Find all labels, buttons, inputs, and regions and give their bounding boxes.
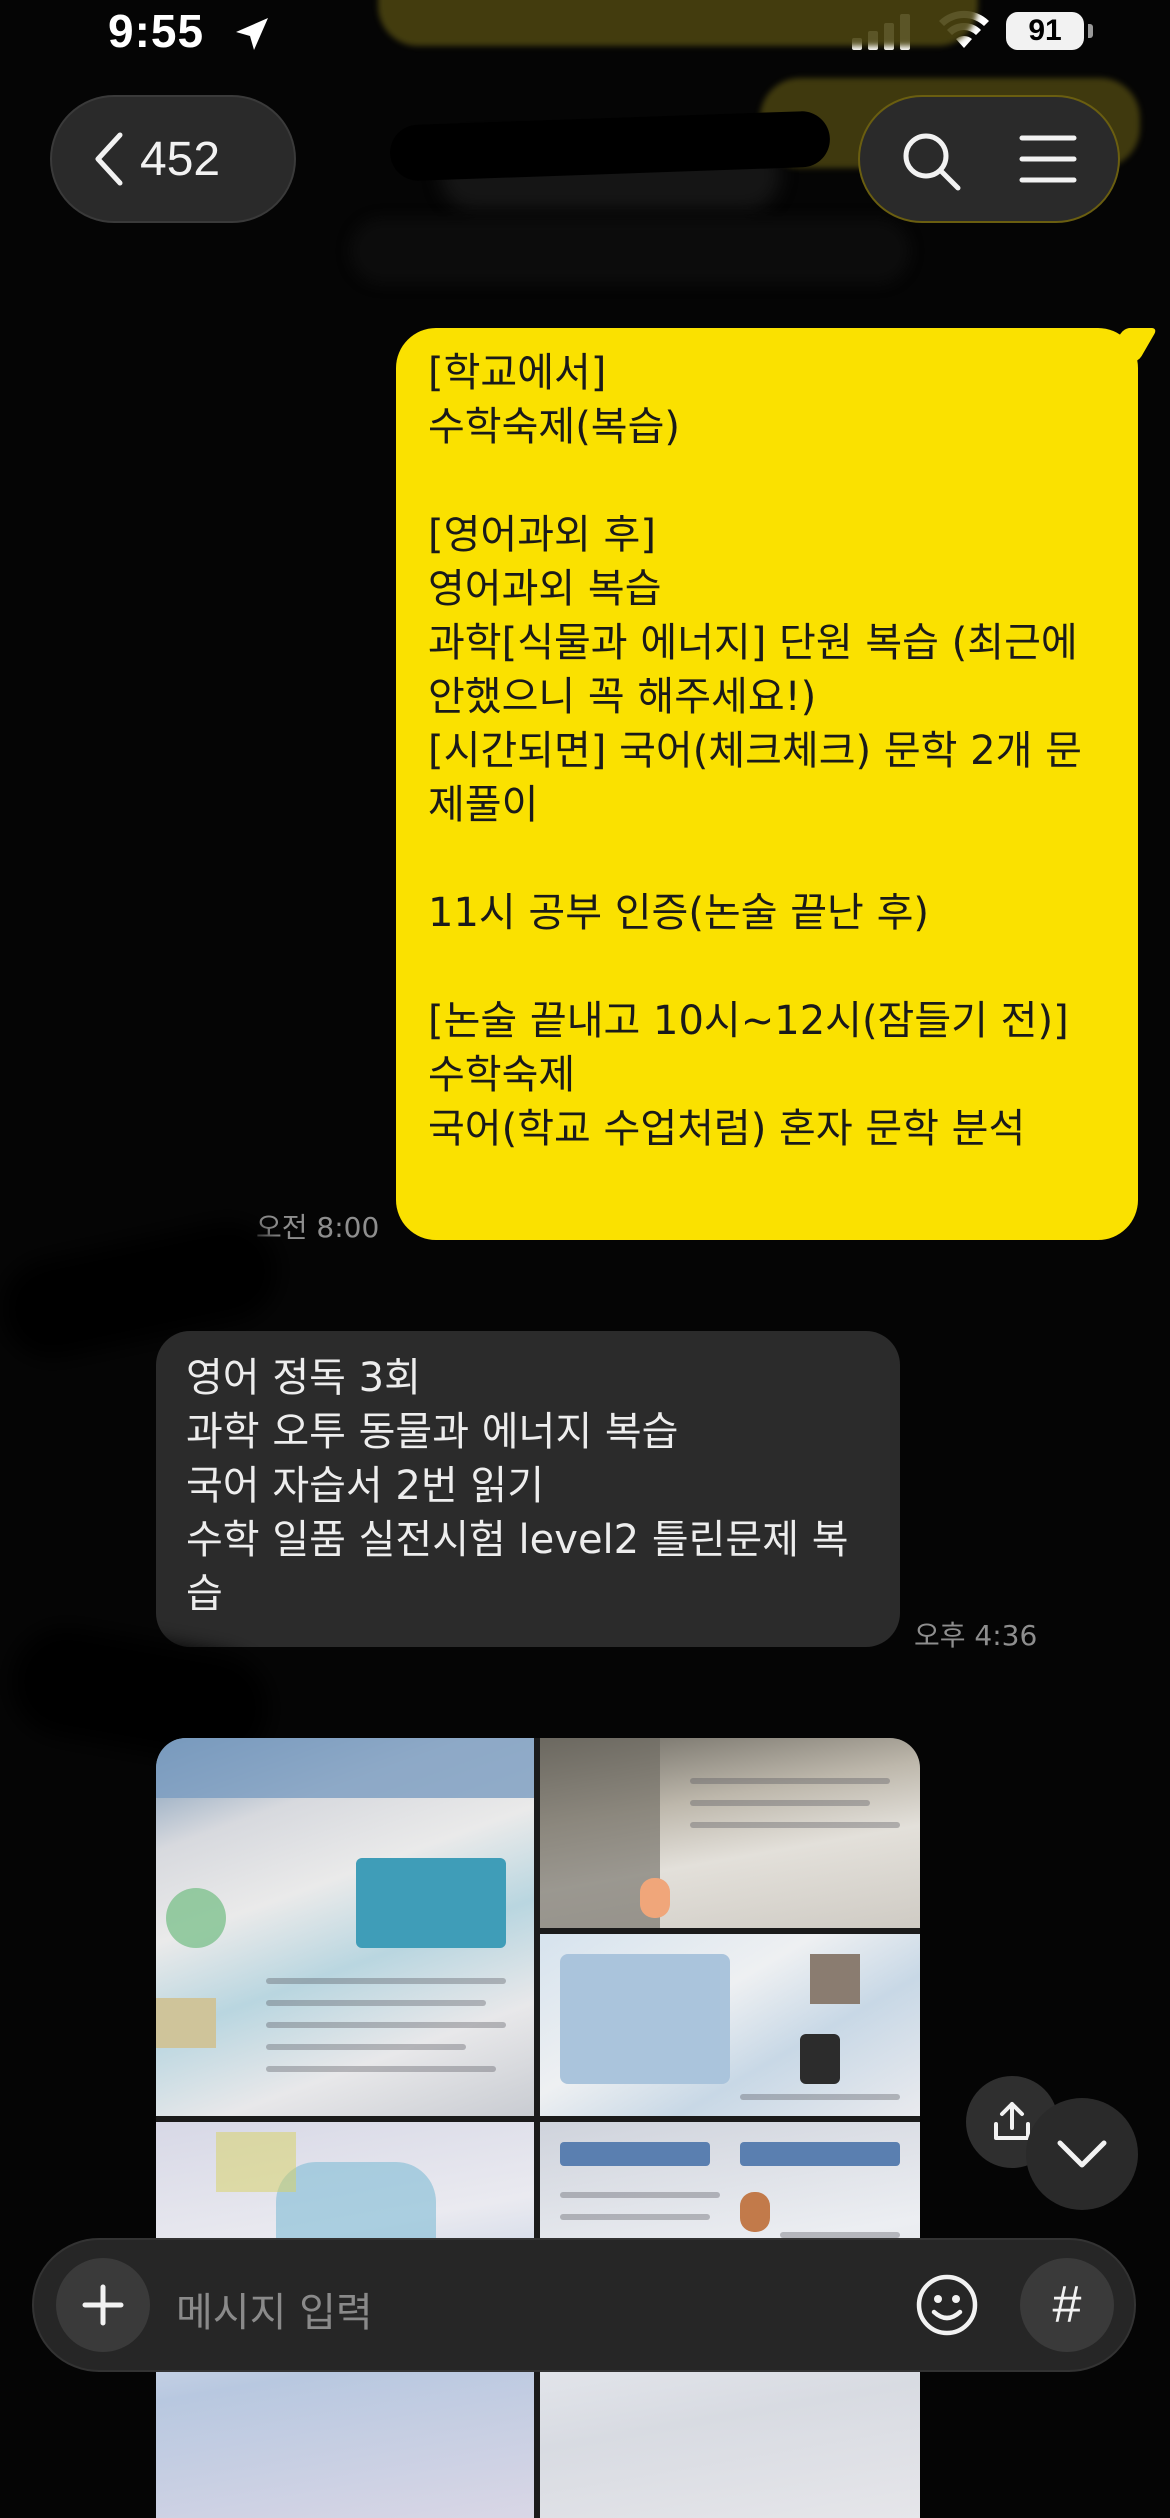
battery-cap	[1088, 24, 1093, 38]
scroll-down-button[interactable]	[1026, 2098, 1138, 2210]
photo-thumbnail[interactable]	[540, 1934, 920, 2116]
message-input[interactable]: 메시지 입력	[176, 2280, 373, 2338]
battery-indicator: 91	[1006, 12, 1084, 50]
scrolled-bubble-ghost	[378, 0, 978, 46]
chevron-down-icon	[1057, 2140, 1107, 2168]
chevron-left-icon	[95, 132, 123, 186]
photo-thumbnail[interactable]	[156, 1738, 534, 2116]
plus-icon	[82, 2284, 124, 2326]
message-timestamp: 오후 4:36	[914, 1619, 1038, 1652]
unread-count: 452	[140, 132, 221, 186]
hashtag-button[interactable]: #	[1020, 2258, 1114, 2352]
attach-button[interactable]	[56, 2258, 150, 2352]
redacted-subtitle	[350, 218, 910, 284]
search-icon[interactable]	[898, 128, 964, 194]
received-message-bubble[interactable]: 영어 정독 3회 과학 오투 동물과 에너지 복습 국어 자습서 2번 읽기 수…	[156, 1331, 900, 1647]
hashtag-icon: #	[1052, 2276, 1082, 2334]
status-time: 9:55	[108, 5, 205, 57]
message-timestamp: 오전 8:00	[256, 1211, 380, 1244]
emoji-icon[interactable]	[912, 2270, 982, 2340]
hamburger-menu-icon[interactable]	[1018, 132, 1078, 186]
photo-thumbnail[interactable]	[540, 1738, 920, 1928]
location-arrow-icon	[236, 18, 268, 50]
photo-grid-message[interactable]	[156, 1738, 920, 2518]
sent-message-bubble[interactable]: [학교에서] 수학숙제(복습) [영어과외 후] 영어과외 복습 과학[식물과 …	[396, 328, 1138, 1240]
back-button[interactable]: 452	[50, 95, 296, 223]
